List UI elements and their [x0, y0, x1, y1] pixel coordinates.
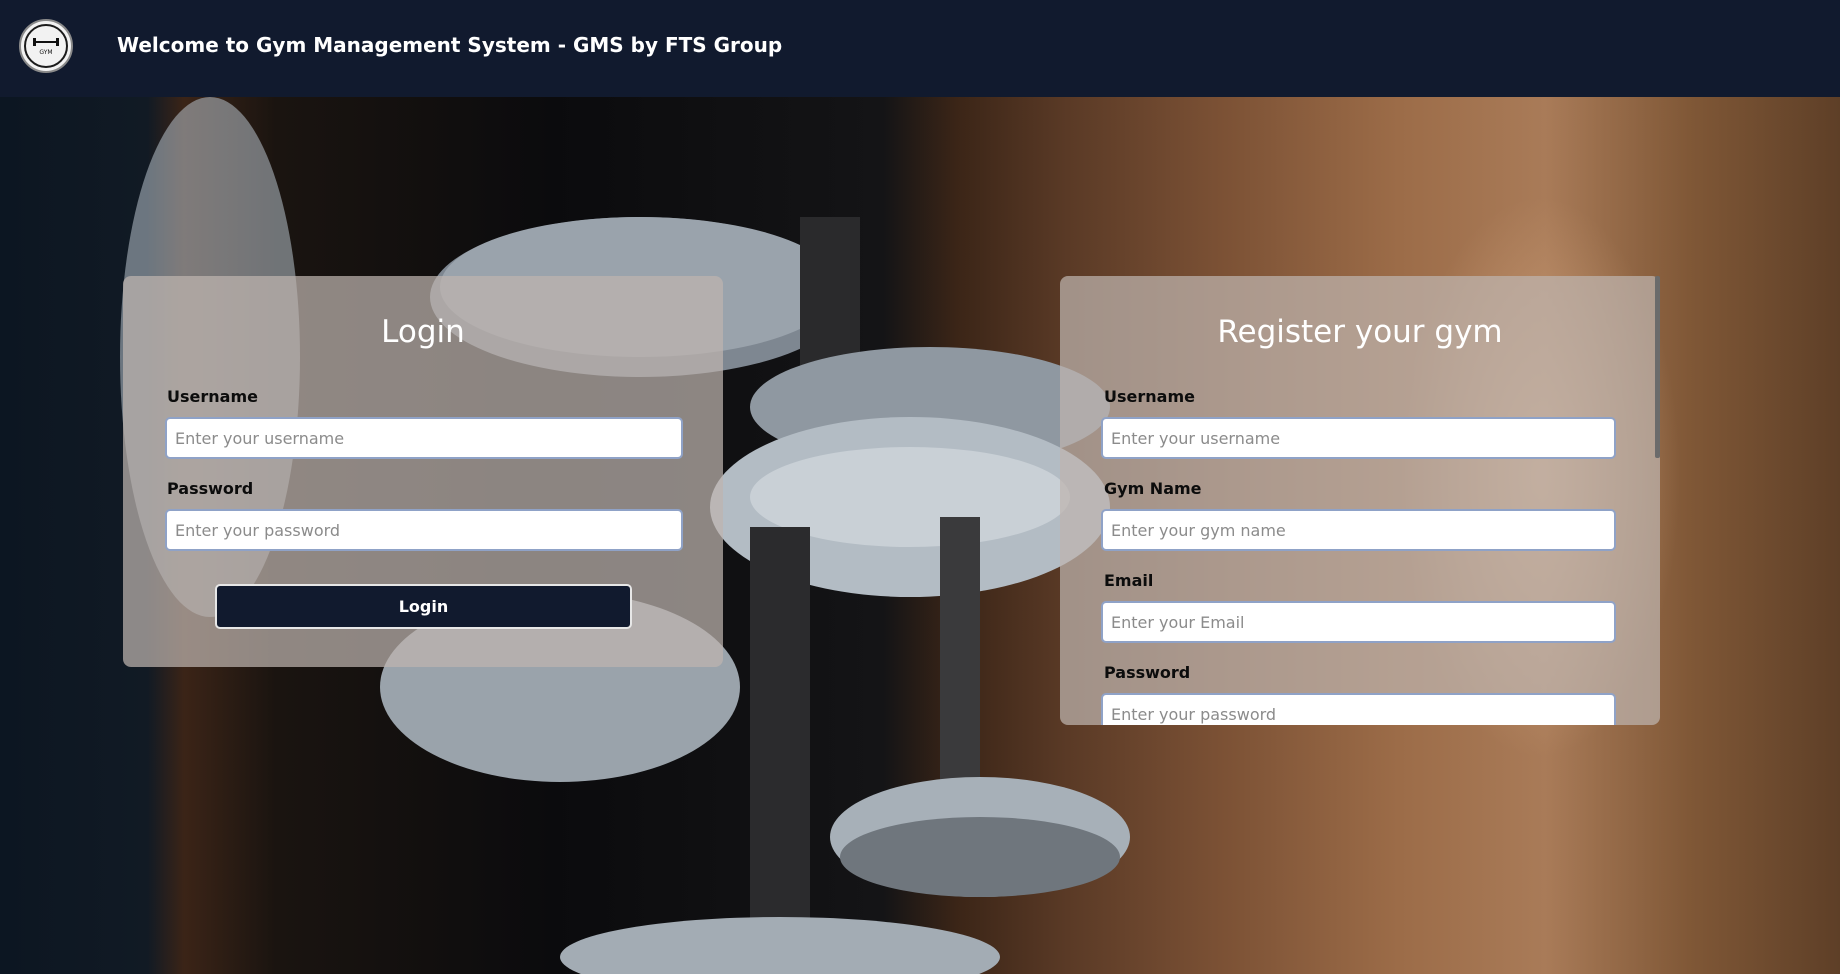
- register-password-label: Password: [1104, 663, 1191, 682]
- login-username-label: Username: [167, 387, 258, 406]
- register-gym-name-input[interactable]: [1101, 509, 1616, 551]
- register-card: Register your gym Username Gym Name Emai…: [1060, 276, 1660, 725]
- register-password-input[interactable]: [1101, 693, 1616, 725]
- page-title: Welcome to Gym Management System - GMS b…: [117, 33, 783, 57]
- gym-logo[interactable]: GYM: [19, 19, 73, 73]
- login-title: Login: [381, 314, 465, 350]
- register-username-label: Username: [1104, 387, 1195, 406]
- login-password-input[interactable]: [165, 509, 683, 551]
- logo-text: GYM: [39, 49, 53, 56]
- register-gym-name-label: Gym Name: [1104, 479, 1202, 498]
- dumbbell-glyph: [33, 38, 59, 46]
- login-username-input[interactable]: [165, 417, 683, 459]
- login-card: Login Username Password Login: [123, 276, 723, 667]
- login-password-label: Password: [167, 479, 254, 498]
- dumbbell-icon: GYM: [24, 24, 68, 68]
- register-title: Register your gym: [1217, 314, 1503, 350]
- login-button[interactable]: Login: [215, 584, 632, 629]
- navbar: GYM Welcome to Gym Management System - G…: [0, 0, 1840, 98]
- register-email-label: Email: [1104, 571, 1154, 590]
- register-username-input[interactable]: [1101, 417, 1616, 459]
- register-email-input[interactable]: [1101, 601, 1616, 643]
- register-scrollbar-thumb[interactable]: [1655, 276, 1660, 458]
